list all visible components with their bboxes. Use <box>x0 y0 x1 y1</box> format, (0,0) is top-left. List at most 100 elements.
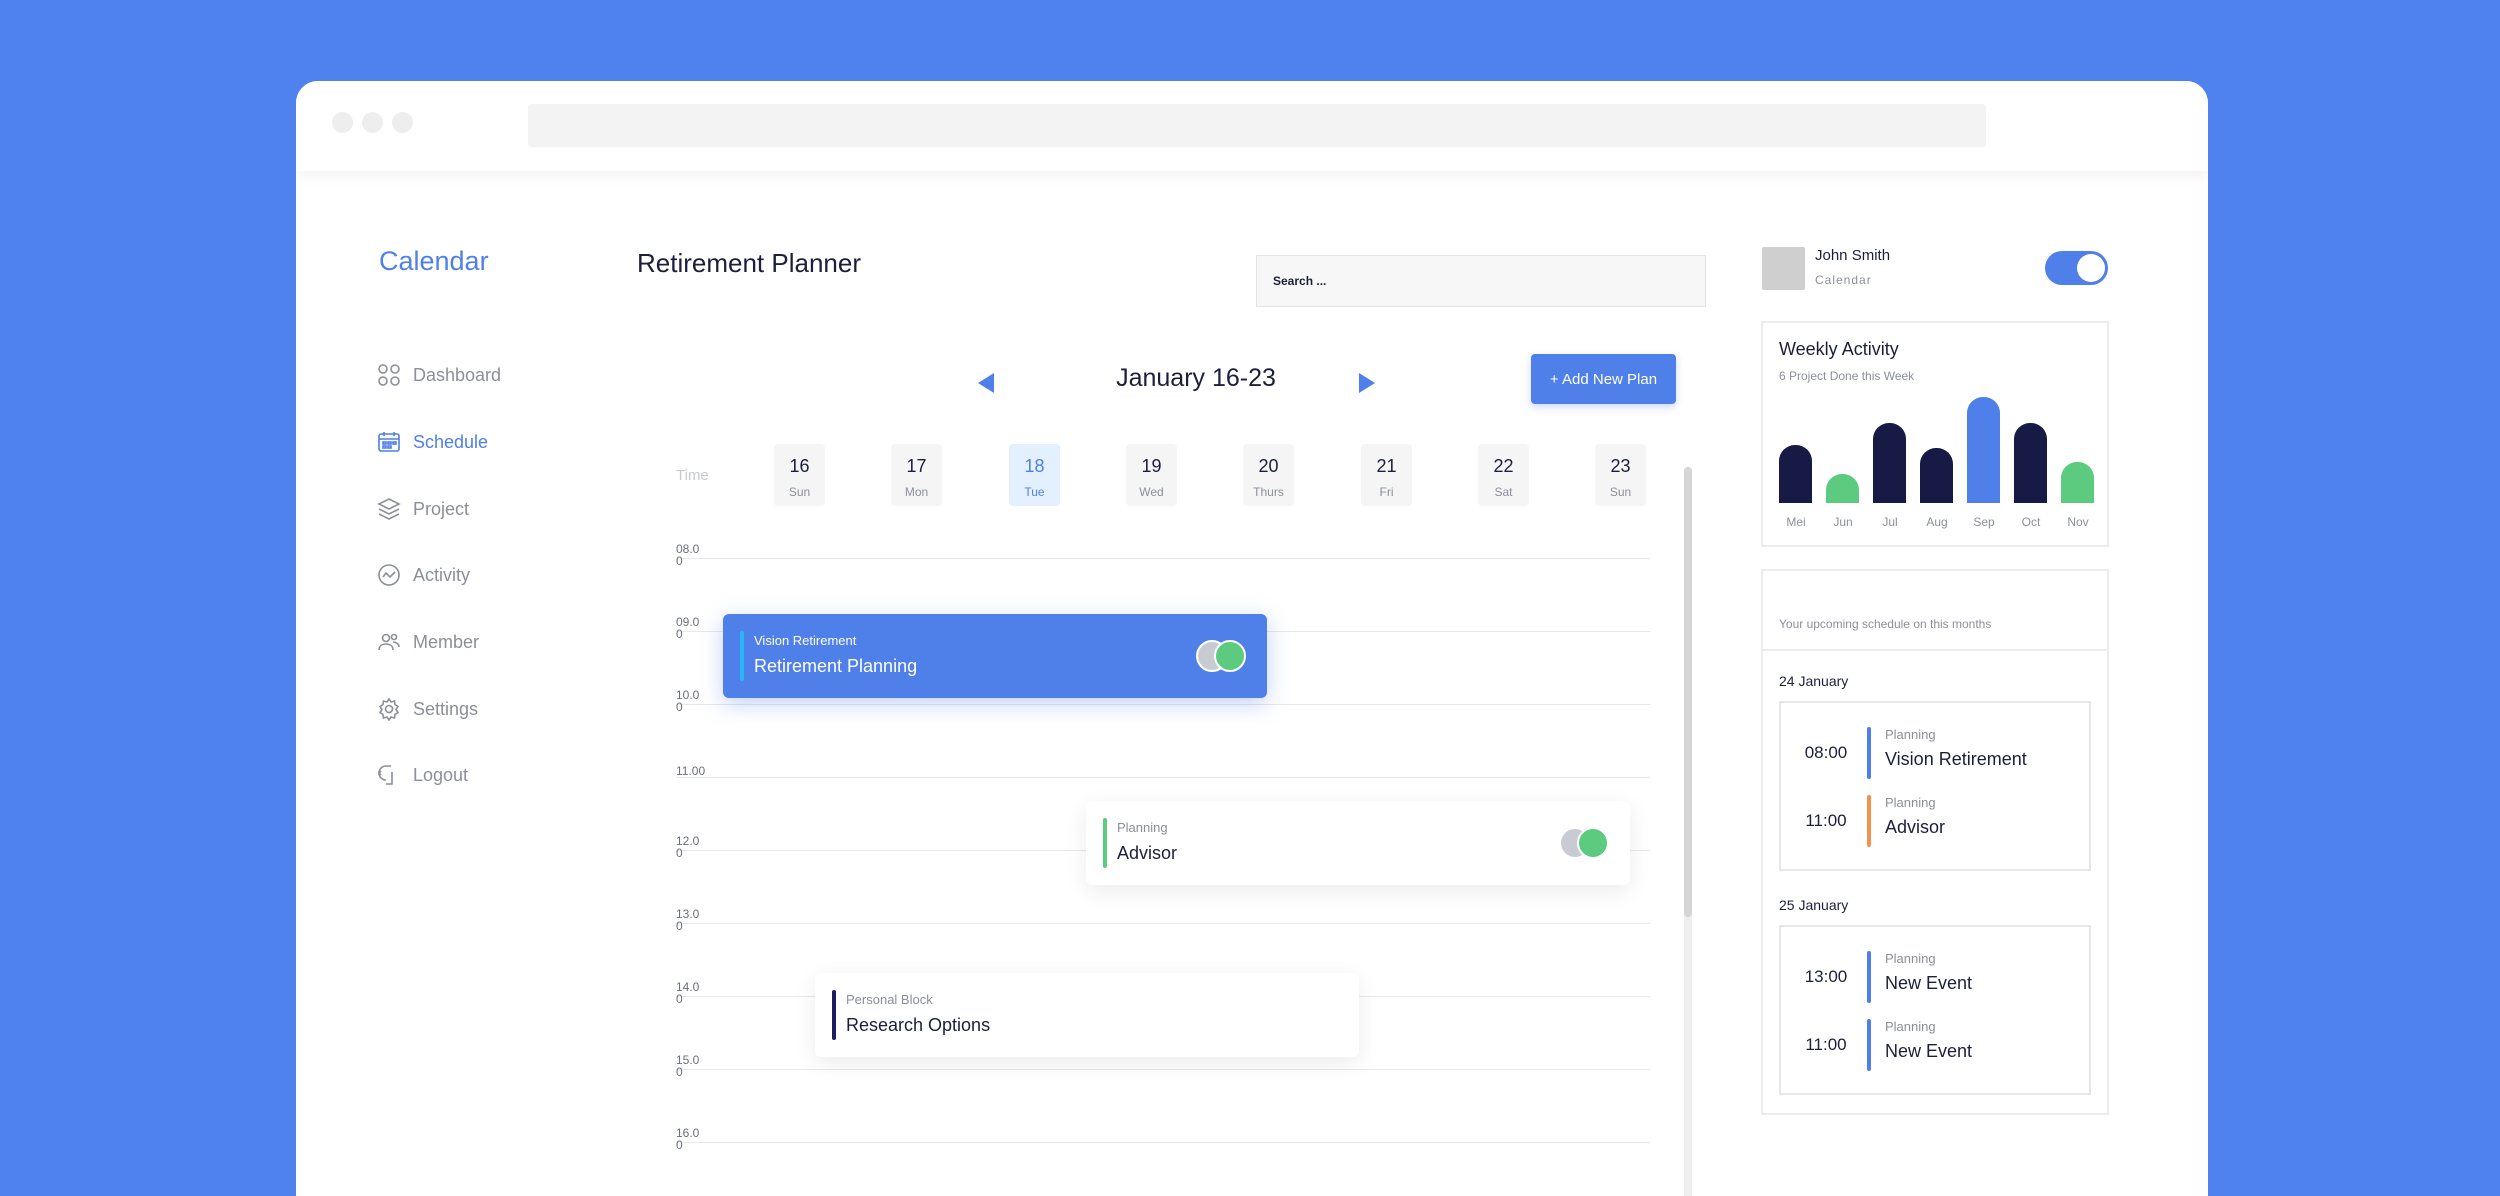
schedule-title: New Event <box>1885 973 1973 993</box>
hour-label: 14.00 <box>676 980 700 1006</box>
schedule-date: 24 January <box>1779 673 1849 689</box>
address-bar[interactable] <box>528 104 1986 147</box>
schedule-item[interactable]: 11:00 Planning New Event <box>1781 1019 2089 1073</box>
week-range-title: January 16-23 <box>1116 364 1276 392</box>
schedule-category: Planning <box>1885 795 1936 810</box>
user-subtitle: Calendar <box>1815 273 1872 287</box>
day-sat-22[interactable]: 22 Sat <box>1478 444 1529 506</box>
add-new-plan-button[interactable]: + Add New Plan <box>1531 354 1676 404</box>
app-brand[interactable]: Calendar <box>379 246 489 277</box>
schedule-item[interactable]: 11:00 Planning Advisor <box>1781 795 2089 849</box>
divider <box>1763 649 2107 651</box>
page-title: Retirement Planner <box>637 248 861 278</box>
sidebar-item-member[interactable]: Member <box>377 625 479 659</box>
schedule-accent-bar <box>1867 1019 1871 1071</box>
day-number: 23 <box>1610 456 1631 476</box>
scrollbar-thumb[interactable] <box>1684 467 1692 917</box>
calendar-icon <box>378 432 400 452</box>
event-category: Personal Block <box>846 992 933 1007</box>
previous-week-button[interactable] <box>978 373 994 393</box>
participants-icon[interactable] <box>1559 827 1613 859</box>
schedule-title: Advisor <box>1885 817 1946 837</box>
window-close-dot[interactable] <box>332 112 353 133</box>
schedule-time: 08:00 <box>1804 743 1848 762</box>
day-thu-20[interactable]: 20 Thurs <box>1243 444 1294 506</box>
day-number: 22 <box>1493 456 1514 476</box>
day-number: 20 <box>1258 456 1279 476</box>
day-wed-19[interactable]: 19 Wed <box>1126 444 1177 506</box>
day-sun-23[interactable]: 23 Sun <box>1595 444 1646 506</box>
weekly-bar-aug <box>1920 448 1953 503</box>
day-number: 18 <box>1024 456 1045 476</box>
sidebar-item-schedule[interactable]: Schedule <box>377 425 488 459</box>
schedule-time: 11:00 <box>1805 1035 1847 1054</box>
weekly-bar-label: Aug <box>1926 515 1948 529</box>
weekly-bar-sep <box>1967 397 2000 503</box>
browser-titlebar <box>296 81 2208 171</box>
event-category: Planning <box>1117 820 1168 835</box>
day-name: Mon <box>904 485 929 499</box>
schedule-category: Planning <box>1885 1019 1936 1034</box>
browser-window: Calendar Dashboard Schedule Project Acti… <box>296 81 2208 1196</box>
sidebar-item-activity[interactable]: Activity <box>377 558 470 592</box>
weekly-bar-oct <box>2014 423 2047 503</box>
sidebar-item-dashboard[interactable]: Dashboard <box>377 358 501 392</box>
hour-label: 10.00 <box>676 688 700 714</box>
hour-label: 12.00 <box>676 834 700 860</box>
window-minimize-dot[interactable] <box>362 112 383 133</box>
sidebar-item-project[interactable]: Project <box>377 492 469 526</box>
upcoming-schedule-card: Your upcoming schedule on this months 24… <box>1761 569 2109 1115</box>
day-number: 17 <box>906 456 927 476</box>
weekly-bar-jun <box>1826 474 1859 503</box>
calendar-scrollbar[interactable] <box>1684 467 1692 1196</box>
hour-label: 08.00 <box>676 542 700 568</box>
user-name: John Smith <box>1815 247 1891 264</box>
schedule-item[interactable]: 13:00 Planning New Event <box>1781 951 2089 1005</box>
event-category: Vision Retirement <box>754 633 857 648</box>
calendar-toggle-switch[interactable] <box>2045 251 2108 285</box>
schedule-category: Planning <box>1885 951 1936 966</box>
schedule-time: 11:00 <box>1805 811 1847 830</box>
day-name: Sat <box>1494 485 1513 499</box>
day-name: Fri <box>1379 485 1394 499</box>
sidebar-item-label: Project <box>413 498 470 519</box>
hour-row: 13.00 <box>676 908 1650 932</box>
hour-label: 11.00 <box>676 764 706 778</box>
participants-icon[interactable] <box>1196 640 1250 672</box>
schedule-time: 13:00 <box>1804 967 1848 986</box>
day-number: 16 <box>789 456 810 476</box>
search-input[interactable] <box>1256 255 1706 307</box>
day-mon-17[interactable]: 17 Mon <box>891 444 942 506</box>
hour-label: 13.00 <box>676 907 700 933</box>
day-number: 21 <box>1376 456 1397 476</box>
event-card-research-options[interactable]: Personal Block Research Options <box>815 973 1359 1057</box>
switch-knob <box>2077 254 2105 282</box>
day-sun-16[interactable]: 16 Sun <box>774 444 825 506</box>
members-icon <box>378 633 400 651</box>
activity-icon <box>378 564 400 586</box>
schedule-accent-bar <box>1867 727 1871 779</box>
day-name: Tue <box>1024 485 1045 499</box>
next-week-button[interactable] <box>1359 373 1375 393</box>
schedule-item[interactable]: 08:00 Planning Vision Retirement <box>1781 727 2089 781</box>
day-fri-21[interactable]: 21 Fri <box>1361 444 1412 506</box>
weekly-bar-label: Jun <box>1833 515 1853 529</box>
sidebar-item-settings[interactable]: Settings <box>377 692 478 726</box>
avatar[interactable] <box>1762 247 1805 290</box>
sidebar-item-logout[interactable]: Logout <box>377 758 468 792</box>
day-name: Wed <box>1139 485 1164 499</box>
hour-label: 16.00 <box>676 1126 700 1152</box>
event-card-retirement-planning[interactable]: Vision Retirement Retirement Planning <box>723 614 1267 698</box>
window-maximize-dot[interactable] <box>392 112 413 133</box>
weekly-bar-label: Oct <box>2021 515 2041 529</box>
day-tue-18[interactable]: 18 Tue <box>1009 444 1060 506</box>
time-column-label: Time <box>676 467 709 484</box>
dashboard-icon <box>378 364 400 386</box>
event-card-advisor[interactable]: Planning Advisor <box>1086 801 1630 885</box>
sidebar-item-label: Logout <box>413 764 469 785</box>
hour-row: 11.00 <box>676 762 1650 778</box>
schedule-group: 13:00 Planning New Event 11:00 Planning … <box>1779 925 2091 1095</box>
day-name: Thurs <box>1253 485 1284 499</box>
gear-icon <box>378 697 400 721</box>
sidebar-item-label: Member <box>413 631 480 652</box>
